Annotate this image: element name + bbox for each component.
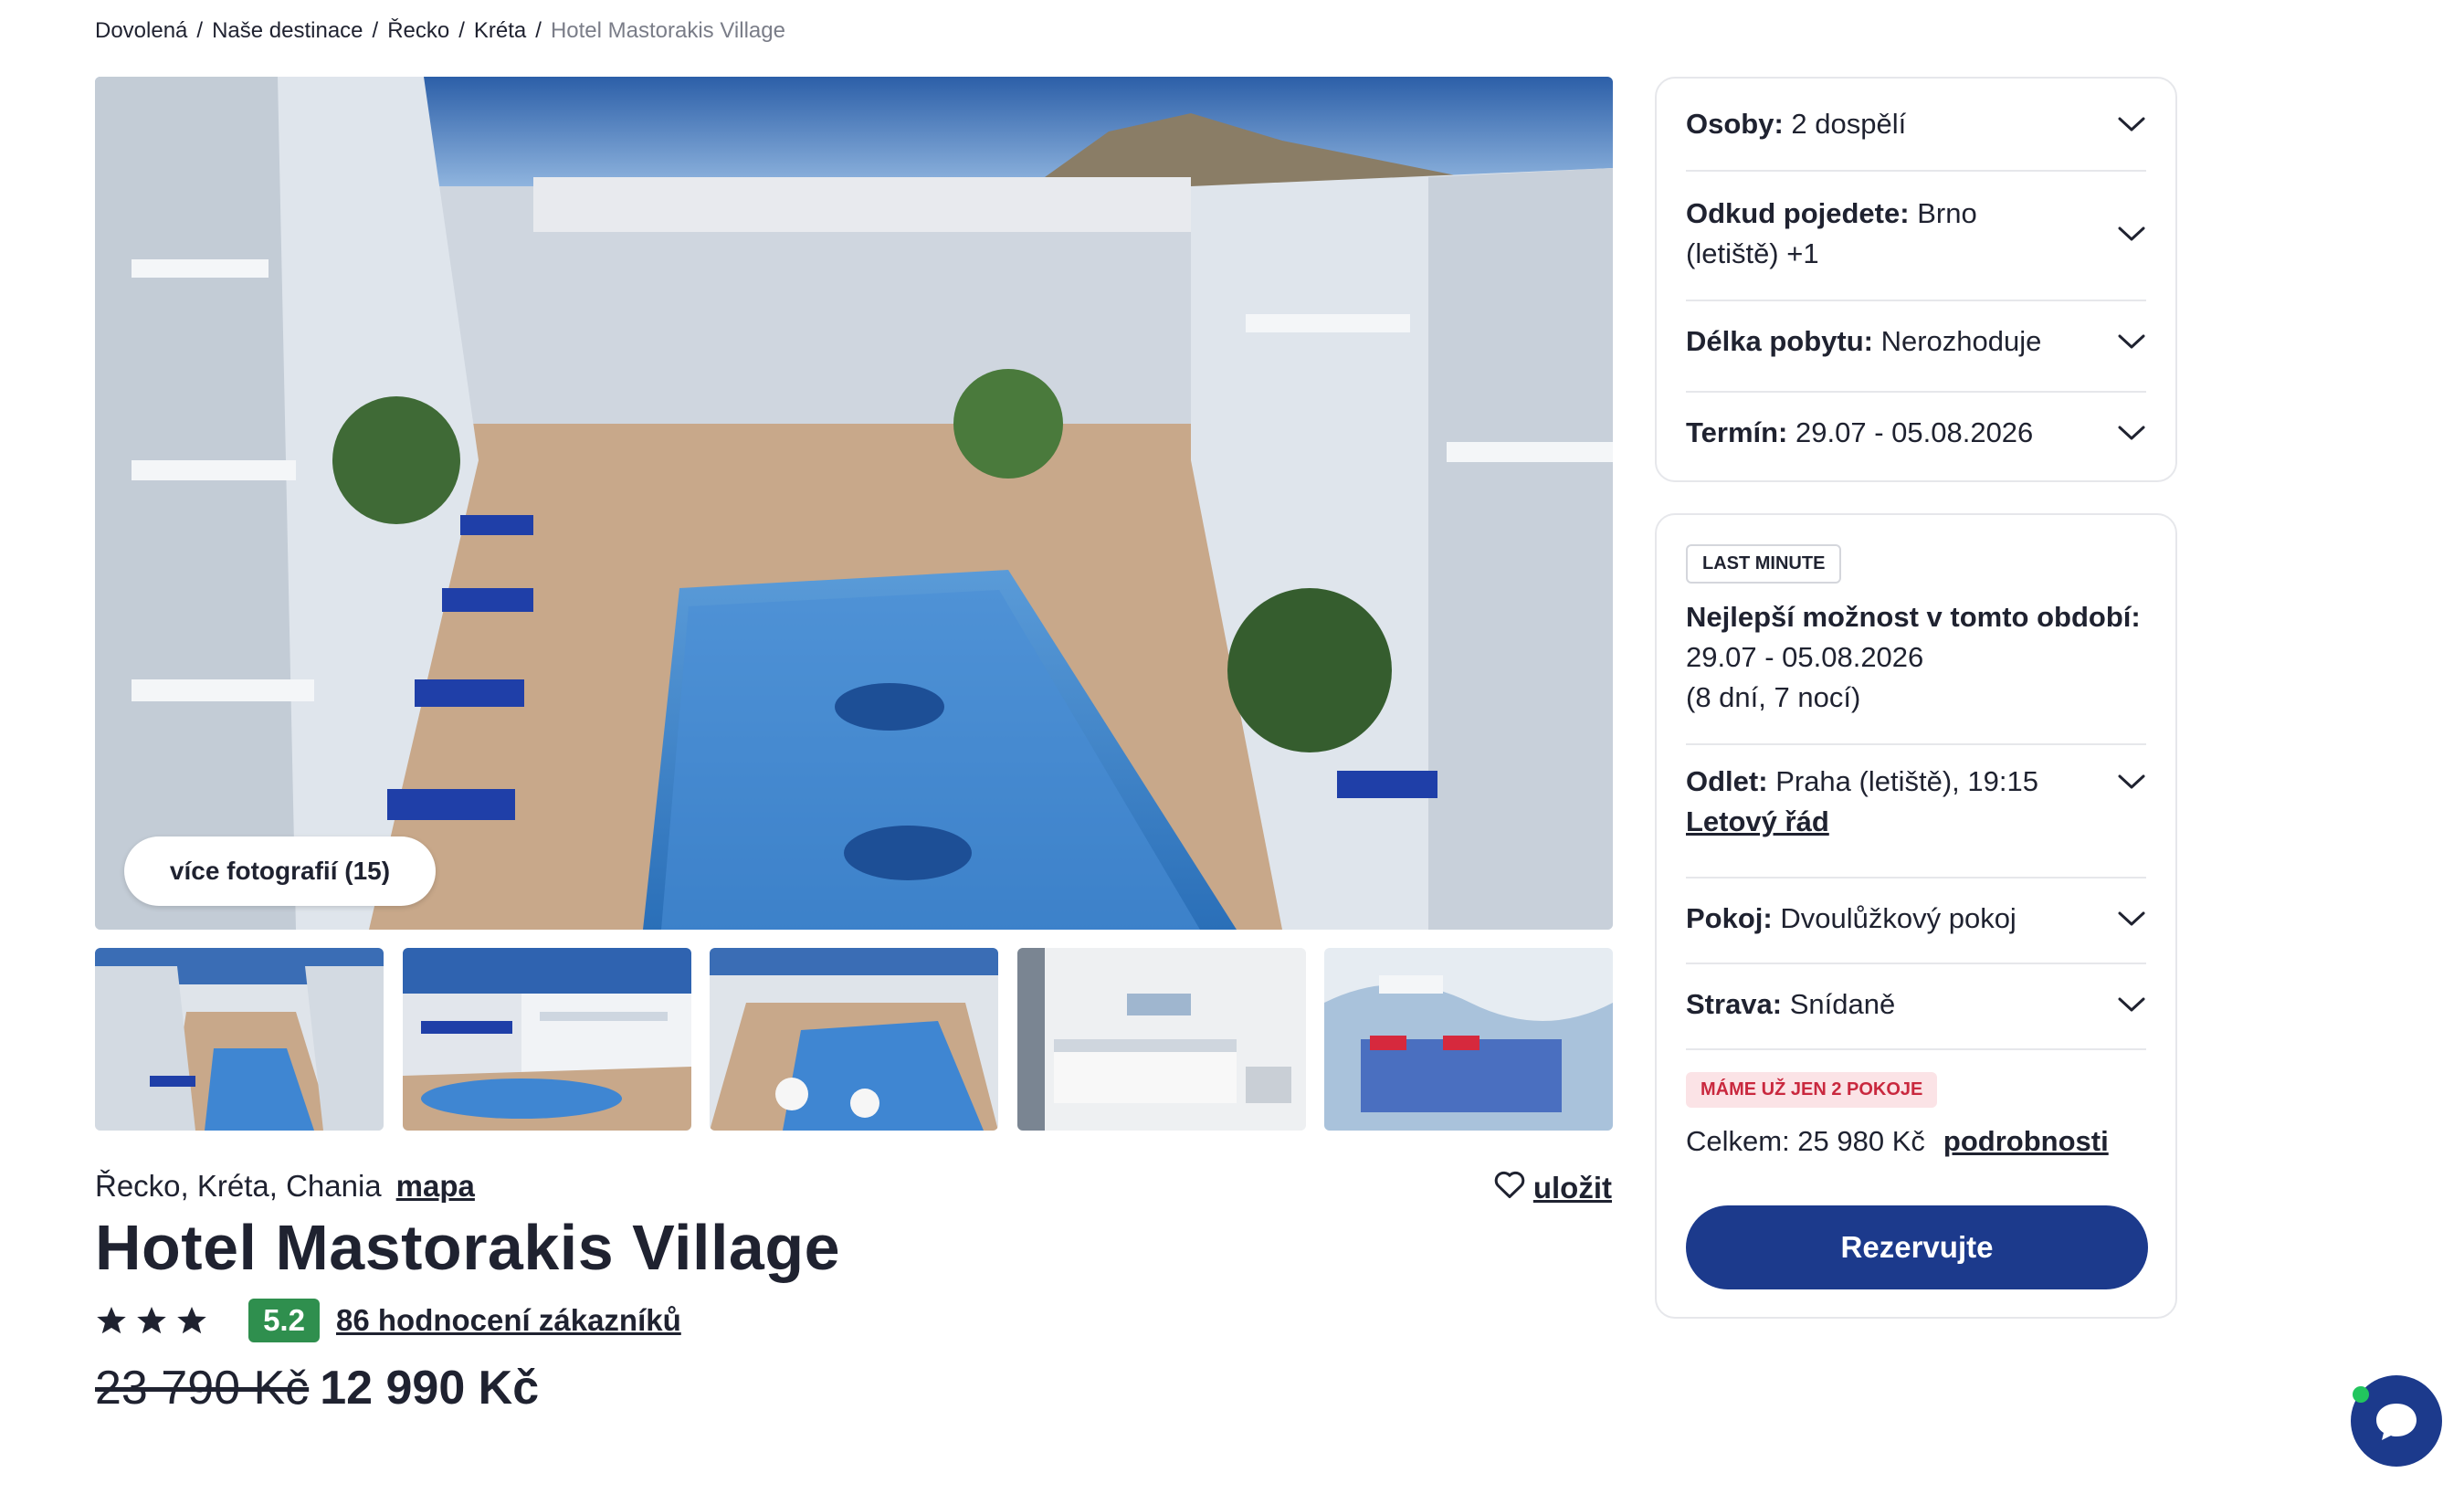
star-rating bbox=[95, 1304, 208, 1337]
board-select[interactable]: Strava: Snídaně bbox=[1686, 977, 2146, 1032]
departure-value: Brno bbox=[1917, 197, 1977, 229]
online-status-dot bbox=[2353, 1386, 2369, 1403]
divider bbox=[1686, 300, 2146, 301]
term-select[interactable]: Termín: 29.07 - 05.08.2026 bbox=[1686, 405, 2146, 460]
rooms-left-badge: MÁME UŽ JEN 2 POKOJE bbox=[1686, 1072, 1938, 1108]
length-select[interactable]: Délka pobytu: Nerozhoduje bbox=[1686, 314, 2146, 369]
length-label: Délka pobytu: bbox=[1686, 325, 1873, 357]
term-value: 29.07 - 05.08.2026 bbox=[1795, 416, 2034, 448]
chevron-down-icon bbox=[2118, 774, 2145, 789]
details-link[interactable]: podrobnosti bbox=[1943, 1125, 2109, 1158]
best-option: Nejlepší možnost v tomto období: 29.07 -… bbox=[1686, 597, 2141, 718]
breadcrumb-kreta[interactable]: Kréta bbox=[474, 18, 526, 44]
breadcrumb-separator: / bbox=[458, 18, 465, 43]
thumbnail-bedroom-twin[interactable] bbox=[1016, 948, 1306, 1131]
breadcrumb-separator: / bbox=[535, 18, 542, 43]
thumbnail-bedroom-double[interactable] bbox=[1324, 948, 1613, 1131]
board-value: Snídaně bbox=[1789, 988, 1896, 1020]
chevron-down-icon bbox=[2118, 117, 2145, 132]
chevron-down-icon bbox=[2118, 426, 2145, 440]
best-option-dates: 29.07 - 05.08.2026 bbox=[1686, 641, 1924, 673]
departure-label: Odkud pojedete: bbox=[1686, 197, 1910, 229]
main-hotel-photo[interactable] bbox=[95, 77, 1613, 930]
reviews-link[interactable]: 86 hodnocení zákazníků bbox=[336, 1303, 681, 1338]
room-value: Dvoulůžkový pokoj bbox=[1780, 902, 2016, 934]
star-icon bbox=[177, 1307, 206, 1334]
breadcrumb-current: Hotel Mastorakis Village bbox=[550, 18, 785, 43]
breadcrumb-recko[interactable]: Řecko bbox=[387, 18, 449, 44]
best-option-nights: (8 dní, 7 nocí) bbox=[1686, 681, 1861, 713]
chevron-down-icon bbox=[2118, 226, 2145, 241]
length-value: Nerozhoduje bbox=[1880, 325, 2042, 357]
best-option-title: Nejlepší možnost v tomto období: bbox=[1686, 601, 2141, 633]
thumbnail-pool-view-1[interactable] bbox=[95, 948, 384, 1131]
divider bbox=[1686, 743, 2146, 745]
rating-row: 5.2 86 hodnocení zákazníků bbox=[95, 1299, 681, 1342]
search-filters-panel: Osoby: 2 dospělí Odkud pojedete: Brno (le… bbox=[1655, 77, 2177, 482]
flight-label: Odlet: bbox=[1686, 765, 1768, 797]
thumbnail-strip bbox=[95, 948, 1613, 1131]
divider bbox=[1686, 170, 2146, 172]
old-price: 23 790 Kč bbox=[95, 1362, 310, 1415]
departure-value-2: (letiště) +1 bbox=[1686, 237, 1819, 269]
more-photos-button[interactable]: více fotografií (15) bbox=[124, 836, 436, 906]
room-label: Pokoj: bbox=[1686, 902, 1773, 934]
hotel-title: Hotel Mastorakis Village bbox=[95, 1212, 841, 1283]
room-select[interactable]: Pokoj: Dvoulůžkový pokoj bbox=[1686, 891, 2146, 946]
flight-schedule-link[interactable]: Letový řád bbox=[1686, 805, 1829, 837]
chat-bubble-icon bbox=[2376, 1404, 2417, 1440]
map-link[interactable]: mapa bbox=[396, 1169, 475, 1204]
breadcrumb-dovolena[interactable]: Dovolená bbox=[95, 18, 187, 44]
thumbnail-pool-view-2[interactable] bbox=[402, 948, 691, 1131]
breadcrumb-separator: / bbox=[372, 18, 379, 43]
price-row: 23 790 Kč 12 990 Kč bbox=[95, 1361, 539, 1415]
last-minute-badge: LAST MINUTE bbox=[1686, 544, 1842, 584]
location-text: Řecko, Kréta, Chania bbox=[95, 1169, 382, 1203]
breadcrumb-separator: / bbox=[196, 18, 204, 43]
total-label: Celkem: 25 980 Kč bbox=[1686, 1125, 1925, 1157]
current-price: 12 990 Kč bbox=[320, 1362, 540, 1415]
reserve-button[interactable]: Rezervujte bbox=[1686, 1205, 2148, 1289]
star-icon bbox=[137, 1307, 166, 1334]
save-label: uložit bbox=[1532, 1171, 1612, 1205]
flight-value: Praha (letiště), 19:15 bbox=[1775, 765, 2038, 797]
persons-select[interactable]: Osoby: 2 dospělí bbox=[1686, 97, 2146, 152]
breadcrumb-nase-destinace[interactable]: Naše destinace bbox=[212, 18, 363, 44]
chevron-down-icon bbox=[2118, 997, 2145, 1012]
divider bbox=[1686, 877, 2146, 879]
divider bbox=[1686, 963, 2146, 964]
hotel-location: Řecko, Kréta, Chania mapa bbox=[95, 1169, 475, 1204]
divider bbox=[1686, 1048, 2146, 1050]
star-icon bbox=[97, 1307, 126, 1334]
breadcrumb: Dovolená / Naše destinace / Řecko / Krét… bbox=[95, 18, 785, 44]
flight-select[interactable]: Odlet: Praha (letiště), 19:15 Letový řád bbox=[1686, 762, 2146, 862]
score-badge: 5.2 bbox=[248, 1299, 320, 1342]
chevron-down-icon bbox=[2118, 334, 2145, 349]
departure-select[interactable]: Odkud pojedete: Brno (letiště) +1 bbox=[1686, 183, 2146, 285]
divider bbox=[1686, 391, 2146, 393]
term-label: Termín: bbox=[1686, 416, 1788, 448]
persons-label: Osoby: bbox=[1686, 108, 1784, 140]
offer-panel: LAST MINUTE Nejlepší možnost v tomto obd… bbox=[1655, 513, 2177, 1319]
board-label: Strava: bbox=[1686, 988, 1783, 1020]
chevron-down-icon bbox=[2118, 911, 2145, 926]
total-price: Celkem: 25 980 Kč podrobnosti bbox=[1686, 1125, 2109, 1158]
save-button[interactable]: uložit bbox=[1493, 1169, 1612, 1207]
persons-value: 2 dospělí bbox=[1791, 108, 1907, 140]
thumbnail-pool-view-3[interactable] bbox=[710, 948, 998, 1131]
heart-icon bbox=[1493, 1169, 1526, 1207]
